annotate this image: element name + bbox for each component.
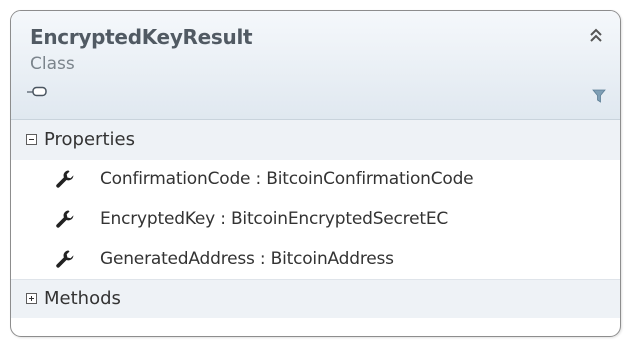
property-text: EncryptedKey : BitcoinEncryptedSecretEC [100, 209, 449, 229]
wrench-icon [56, 210, 74, 228]
property-text: GeneratedAddress : BitcoinAddress [100, 249, 394, 269]
methods-label: Methods [44, 288, 121, 309]
class-name: EncryptedKeyResult [30, 25, 253, 49]
methods-compartment-header[interactable]: Methods [11, 279, 620, 318]
expand-toggle-icon[interactable] [26, 293, 37, 304]
class-kind: Class [30, 54, 75, 74]
wrench-icon [56, 250, 74, 268]
property-row[interactable]: EncryptedKey : BitcoinEncryptedSecretEC [11, 200, 620, 240]
double-chevron-up-icon[interactable] [588, 27, 604, 45]
properties-compartment-header[interactable]: Properties [11, 120, 620, 160]
class-header[interactable]: EncryptedKeyResult Class [11, 11, 620, 120]
properties-list: ConfirmationCode : BitcoinConfirmationCo… [11, 160, 620, 280]
class-diagram-shape[interactable]: EncryptedKeyResult Class Properties Conf… [10, 10, 621, 337]
properties-label: Properties [44, 129, 135, 150]
property-row[interactable]: ConfirmationCode : BitcoinConfirmationCo… [11, 160, 620, 200]
collapse-toggle-icon[interactable] [26, 134, 37, 145]
property-row[interactable]: GeneratedAddress : BitcoinAddress [11, 240, 620, 280]
filter-icon[interactable] [592, 89, 606, 103]
property-text: ConfirmationCode : BitcoinConfirmationCo… [100, 169, 474, 189]
wrench-icon [56, 170, 74, 188]
class-shape-icon [27, 86, 47, 97]
